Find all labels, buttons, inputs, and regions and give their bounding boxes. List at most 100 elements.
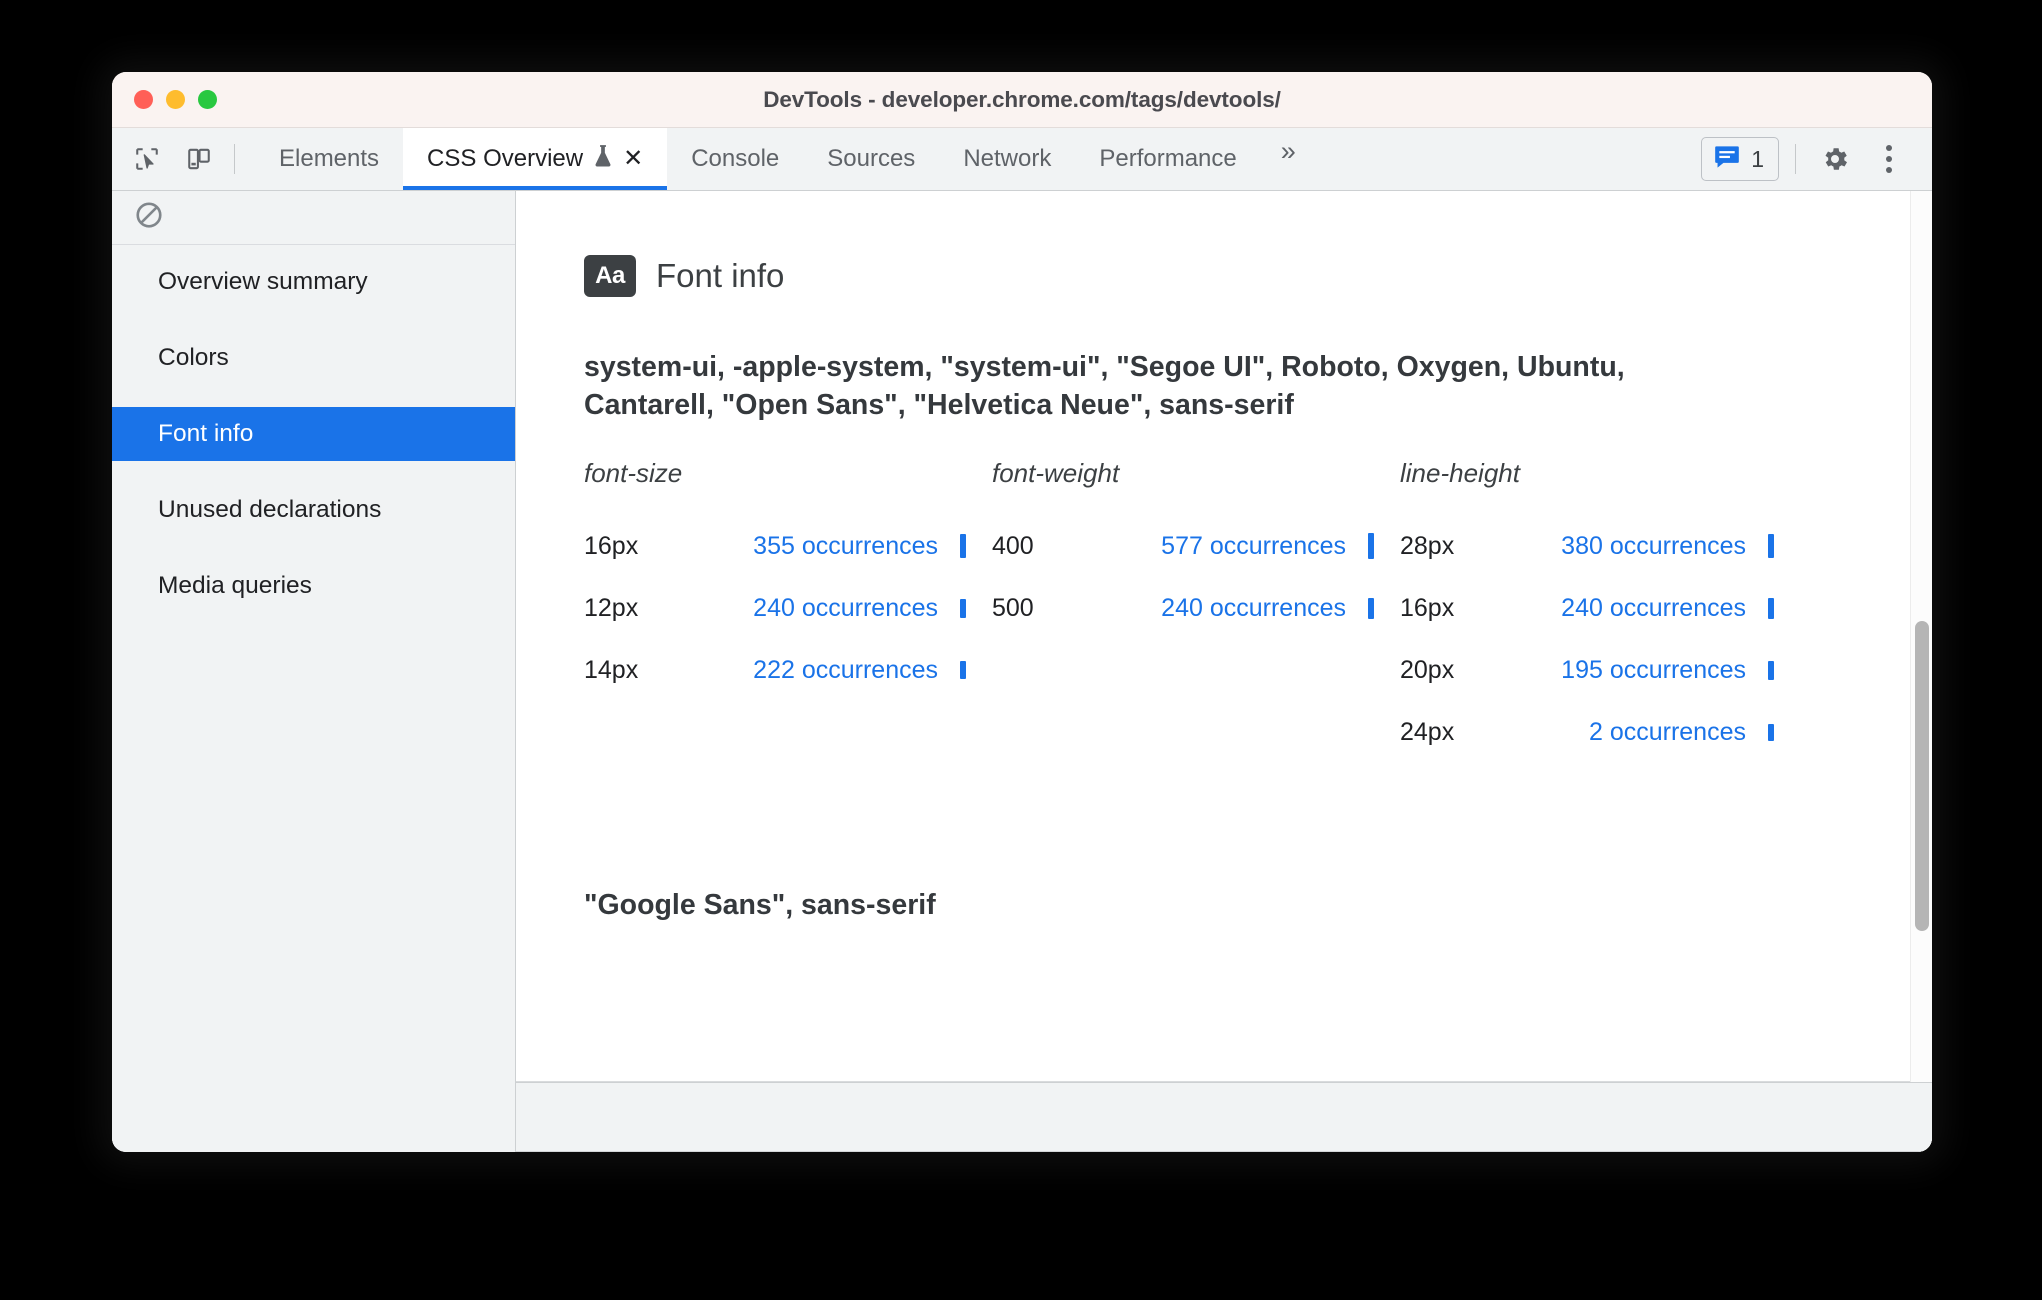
scrollbar-thumb[interactable] <box>1915 621 1929 931</box>
issues-badge[interactable]: 1 <box>1701 137 1779 181</box>
section-header: Aa Font info <box>584 255 1932 297</box>
sidebar-item-colors[interactable]: Colors <box>112 331 515 385</box>
panel-scrollbar[interactable] <box>1910 191 1932 1082</box>
css-overview-sidebar: Overview summary Colors Font info Unused… <box>112 191 516 1152</box>
metric-key: 400 <box>992 531 1034 560</box>
font-badge-icon: Aa <box>584 255 636 297</box>
sidebar-item-overview-summary[interactable]: Overview summary <box>112 255 515 309</box>
occurrence-bar <box>960 661 966 680</box>
close-tab-button[interactable]: ✕ <box>623 147 643 171</box>
sidebar-item-label: Media queries <box>158 572 312 599</box>
tab-label: CSS Overview <box>427 145 584 172</box>
tab-elements[interactable]: Elements <box>255 128 403 190</box>
toolbar-divider-right <box>1795 144 1796 174</box>
window-title: DevTools - developer.chrome.com/tags/dev… <box>763 86 1281 112</box>
devtools-body: Overview summary Colors Font info Unused… <box>112 191 1932 1152</box>
table-row: 16px 355 occurrences <box>584 515 992 577</box>
metric-key: 20px <box>1400 655 1455 684</box>
tab-performance[interactable]: Performance <box>1075 128 1260 190</box>
issues-count: 1 <box>1751 145 1764 172</box>
metric-column-font-weight: font-weight 400 577 occurrences 500 240 … <box>992 458 1400 763</box>
table-row: 24px 2 occurrences <box>1400 701 1800 763</box>
sidebar-item-label: Colors <box>158 344 229 371</box>
occurrence-bar <box>1768 597 1774 619</box>
occurrence-bar <box>960 534 966 559</box>
tab-network[interactable]: Network <box>939 128 1075 190</box>
inspect-cursor-icon[interactable] <box>124 136 170 182</box>
sidebar-item-unused-declarations[interactable]: Unused declarations <box>112 483 515 537</box>
metric-key: 16px <box>1400 593 1455 622</box>
no-entry-clear-icon[interactable] <box>134 200 164 235</box>
panel-tabs: Elements CSS Overview ✕ Console Sources <box>255 128 1701 190</box>
panel-footer-bar <box>516 1082 1932 1152</box>
minimize-window-button[interactable] <box>166 90 185 109</box>
tab-label: Network <box>963 145 1052 172</box>
table-row: 16px 240 occurrences <box>1400 577 1800 639</box>
metric-key: 14px <box>584 655 639 684</box>
metric-column-line-height: line-height 28px 380 occurrences 16px 24… <box>1400 458 1800 763</box>
sidebar-item-label: Unused declarations <box>158 496 382 523</box>
window-titlebar: DevTools - developer.chrome.com/tags/dev… <box>112 72 1932 128</box>
occurrences-link[interactable]: 240 occurrences <box>710 594 960 623</box>
occurrences-link[interactable]: 355 occurrences <box>710 532 960 561</box>
toolbar-divider <box>234 144 235 174</box>
metric-column-font-size: font-size 16px 355 occurrences 12px 240 … <box>584 458 992 763</box>
devtools-window: DevTools - developer.chrome.com/tags/dev… <box>112 72 1932 1152</box>
traffic-light-controls <box>112 90 217 109</box>
occurrence-bar <box>1368 597 1374 619</box>
sidebar-item-media-queries[interactable]: Media queries <box>112 559 515 613</box>
sidebar-item-label: Font info <box>158 420 254 447</box>
page-title: Font info <box>656 257 785 294</box>
occurrences-link[interactable]: 2 occurrences <box>1526 718 1768 747</box>
zoom-window-button[interactable] <box>198 90 217 109</box>
main-panel-wrapper: Aa Font info system-ui, -apple-system, "… <box>516 191 1932 1152</box>
tab-label: Console <box>691 145 780 172</box>
column-header: line-height <box>1400 458 1520 489</box>
table-row: 400 577 occurrences <box>992 515 1400 577</box>
occurrence-bar <box>1768 660 1774 680</box>
font-family-name-secondary: "Google Sans", sans-serif <box>584 889 936 922</box>
issues-message-icon <box>1714 145 1740 174</box>
sidebar-item-label: Overview summary <box>158 268 368 295</box>
tab-label: Elements <box>279 145 380 172</box>
font-family-name: system-ui, -apple-system, "system-ui", "… <box>584 351 1625 421</box>
occurrence-bar <box>1768 723 1774 741</box>
tab-label: Sources <box>827 145 916 172</box>
screenshot-root: DevTools - developer.chrome.com/tags/dev… <box>0 0 2042 1300</box>
occurrences-link[interactable]: 577 occurrences <box>1118 532 1368 561</box>
more-tabs-chevron-icon[interactable]: » <box>1261 128 1313 174</box>
close-window-button[interactable] <box>134 90 153 109</box>
table-row: 500 240 occurrences <box>992 577 1400 639</box>
device-toolbar-icon[interactable] <box>176 136 222 182</box>
metric-key: 24px <box>1400 717 1455 746</box>
occurrences-link[interactable]: 380 occurrences <box>1526 532 1768 561</box>
font-info-panel: Aa Font info system-ui, -apple-system, "… <box>516 191 1932 1082</box>
tab-sources[interactable]: Sources <box>803 128 939 190</box>
sidebar-item-list: Overview summary Colors Font info Unused… <box>112 245 515 613</box>
gear-icon[interactable] <box>1810 136 1860 182</box>
metric-key: 16px <box>584 531 639 560</box>
table-row: 12px 240 occurrences <box>584 577 992 639</box>
metric-key: 28px <box>1400 531 1455 560</box>
kebab-menu-icon[interactable] <box>1864 136 1914 182</box>
toolbar-left-icons <box>112 128 255 190</box>
column-header: font-size <box>584 458 683 489</box>
tab-console[interactable]: Console <box>667 128 803 190</box>
kebab-dots <box>1886 145 1892 173</box>
tab-css-overview[interactable]: CSS Overview ✕ <box>403 128 668 190</box>
column-header: font-weight <box>992 458 1120 489</box>
metric-key: 500 <box>992 593 1034 622</box>
metric-key: 12px <box>584 593 639 622</box>
table-row: 20px 195 occurrences <box>1400 639 1800 701</box>
occurrence-bar <box>1768 534 1774 559</box>
table-row: 28px 380 occurrences <box>1400 515 1800 577</box>
devtools-toolbar: Elements CSS Overview ✕ Console Sources <box>112 128 1932 191</box>
sidebar-item-font-info[interactable]: Font info <box>112 407 515 461</box>
occurrences-link[interactable]: 222 occurrences <box>710 656 960 685</box>
occurrence-bar <box>1368 533 1374 560</box>
occurrences-link[interactable]: 240 occurrences <box>1526 594 1768 623</box>
occurrences-link[interactable]: 195 occurrences <box>1526 656 1768 685</box>
occurrences-link[interactable]: 240 occurrences <box>1118 594 1368 623</box>
flask-icon <box>593 144 613 175</box>
sidebar-toolbar <box>112 191 515 245</box>
